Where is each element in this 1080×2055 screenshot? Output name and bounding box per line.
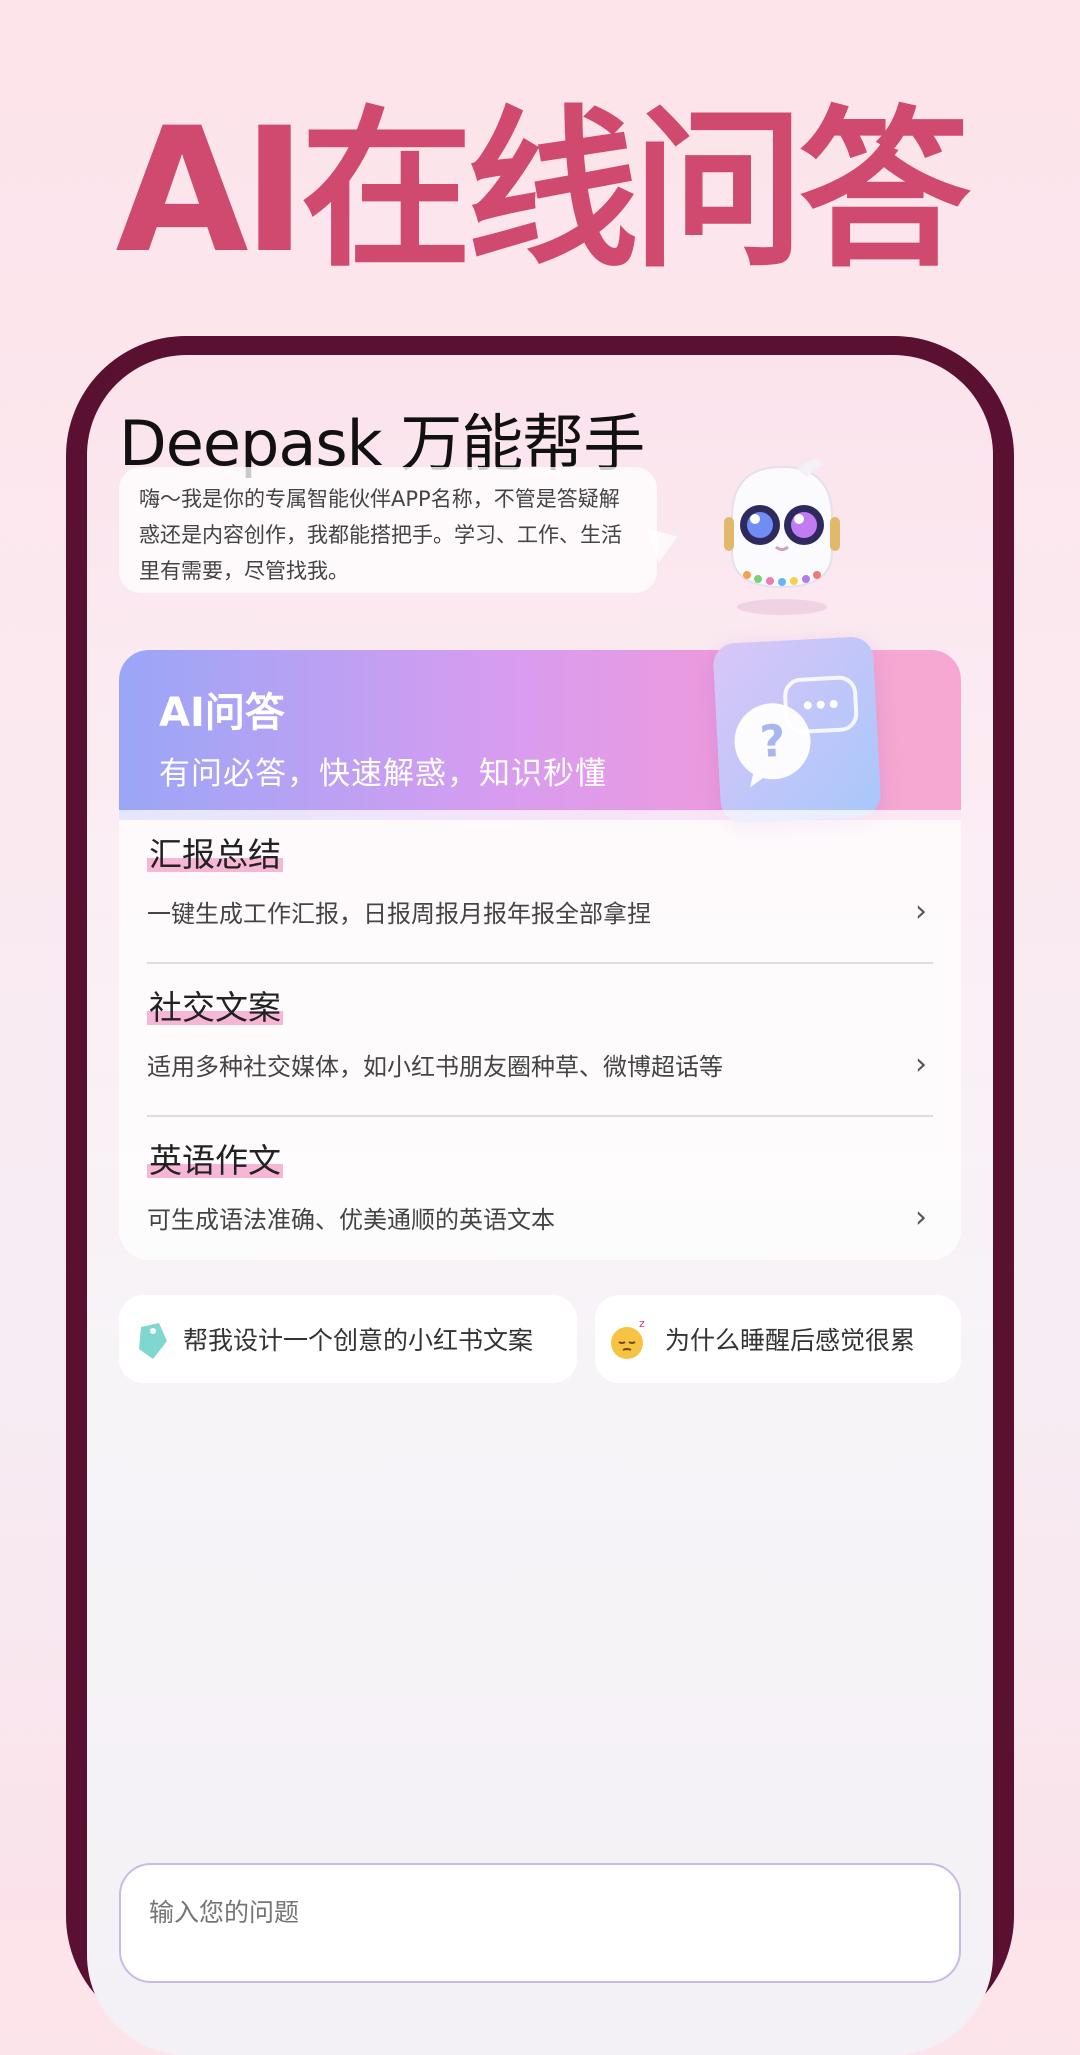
ai-qa-subtitle: 有问必答，快速解惑，知识秒懂 xyxy=(159,756,607,792)
chevron-right-icon: › xyxy=(915,894,927,929)
robot-mascot-icon xyxy=(724,459,840,615)
feature-item-report-summary[interactable]: 汇报总结 一键生成工作汇报，日报周报月报年报全部拿捏 › xyxy=(147,810,933,962)
svg-text:?: ? xyxy=(759,716,787,768)
feature-title: 英语作文 xyxy=(147,1134,283,1182)
chevron-right-icon: › xyxy=(915,1200,927,1235)
suggestion-chip-tired[interactable]: z 为什么睡醒后感觉很累 xyxy=(595,1295,961,1383)
feature-desc: 适用多种社交媒体，如小红书朋友圈种草、微博超话等 xyxy=(147,1053,723,1081)
intro-text: 嗨～我是你的专属智能伙伴APP名称，不管是答疑解惑还是内容创作，我都能搭把手。学… xyxy=(139,487,622,583)
question-input[interactable] xyxy=(147,1891,911,1933)
chat-input-box[interactable] xyxy=(119,1863,961,1983)
svg-text:z: z xyxy=(639,1317,645,1330)
feature-title: 汇报总结 xyxy=(147,828,283,876)
feature-item-social-copy[interactable]: 社交文案 适用多种社交媒体，如小红书朋友圈种草、微博超话等 › xyxy=(147,963,933,1115)
sleepy-face-icon: z xyxy=(611,1317,645,1359)
promo-headline: AI在线问答 xyxy=(115,90,970,291)
feature-desc: 一键生成工作汇报，日报周报月报年报全部拿捏 xyxy=(147,900,651,928)
feature-title: 社交文案 xyxy=(147,981,283,1029)
question-bubble-icon: ? xyxy=(712,635,882,825)
feature-item-english-essay[interactable]: 英语作文 可生成语法准确、优美通顺的英语文本 › xyxy=(147,1116,933,1268)
intro-bubble: 嗨～我是你的专属智能伙伴APP名称，不管是答疑解惑还是内容创作，我都能搭把手。学… xyxy=(119,467,657,593)
feature-desc: 可生成语法准确、优美通顺的英语文本 xyxy=(147,1206,555,1234)
chevron-right-icon: › xyxy=(915,1047,927,1082)
suggestion-text: 帮我设计一个创意的小红书文案 xyxy=(183,1326,534,1355)
ai-qa-title: AI问答 xyxy=(159,690,285,736)
app-screen: Deepask 万能帮手 嗨～我是你的专属智能伙伴APP名称，不管是答疑解惑还是… xyxy=(87,355,993,2055)
feature-list: 汇报总结 一键生成工作汇报，日报周报月报年报全部拿捏 › 社交文案 适用多种社交… xyxy=(119,810,961,1260)
suggestion-text: 为什么睡醒后感觉很累 xyxy=(665,1326,916,1355)
tag-icon xyxy=(139,1323,167,1359)
suggestion-chip-xiaohongshu[interactable]: 帮我设计一个创意的小红书文案 xyxy=(119,1295,577,1383)
